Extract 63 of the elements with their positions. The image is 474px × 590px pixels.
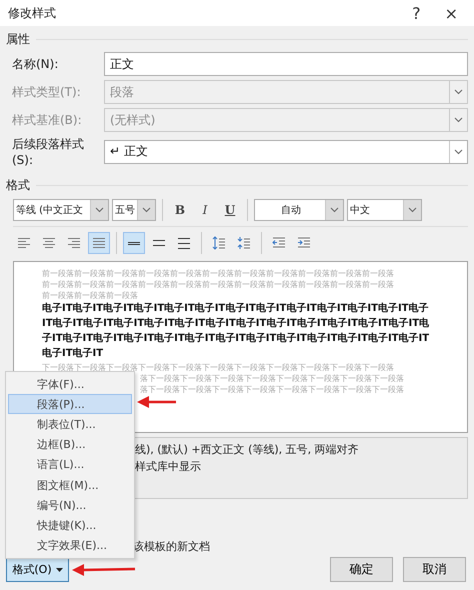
menu-item[interactable]: 制表位(T)... xyxy=(8,414,132,435)
dialog-button[interactable]: 确定 xyxy=(330,557,393,582)
menu-item[interactable]: 编号(N)... xyxy=(8,495,132,516)
menu-item[interactable]: 文字效果(E)... xyxy=(8,536,132,556)
justify-icon xyxy=(93,238,105,248)
close-button[interactable]: × xyxy=(438,4,464,22)
spacing-icon xyxy=(153,240,165,246)
color-dropdown[interactable]: 自动 xyxy=(254,199,344,221)
bold-button[interactable]: B xyxy=(169,199,191,221)
align-right-icon xyxy=(68,238,80,248)
align-center-icon xyxy=(43,238,55,248)
italic-button[interactable]: I xyxy=(194,199,216,221)
chevron-down-icon xyxy=(454,148,463,154)
line-spacing-button[interactable] xyxy=(123,232,145,254)
section-heading: 格式 xyxy=(6,177,30,194)
help-button[interactable]: ? xyxy=(406,4,427,22)
preview-text: 子IT电子IT电子IT电子IT电子IT电子IT电子IT电子IT电子IT电子IT电子IT电子IT电子IT xyxy=(42,332,430,346)
chevron-down-icon xyxy=(330,207,339,213)
spacing-down-icon xyxy=(236,235,252,251)
field-label: 样式基准(B): xyxy=(12,112,83,128)
size-dropdown[interactable]: 五号 xyxy=(112,199,156,221)
alignment-button[interactable] xyxy=(88,232,110,254)
window-title: 修改样式 xyxy=(8,4,57,22)
chevron-down-icon xyxy=(142,207,151,213)
annotation-arrow xyxy=(137,395,177,409)
description-text: 样式库中显示 xyxy=(135,459,201,474)
field-label: 后续段落样式(S): xyxy=(12,136,85,167)
description-text: 线), (默认) +西文正文 (等线), 五号, 两端对齐 xyxy=(135,442,359,457)
field-label: 名称(N): xyxy=(12,56,60,72)
menu-item[interactable]: 边框(B)... xyxy=(8,434,132,455)
preview-text: 电子IT电子IT xyxy=(42,346,104,361)
preview-text: 前一段落前一段落前一段落 xyxy=(42,290,138,301)
menu-item[interactable]: 图文框(M)... xyxy=(8,474,132,496)
dialog-button[interactable]: 取消 xyxy=(403,557,466,582)
field-label: 样式类型(T): xyxy=(12,84,82,100)
menu-item[interactable]: 字体(F)... xyxy=(8,374,132,394)
annotation-arrow xyxy=(72,563,136,577)
preview-text: 下一段落下一段落下一段落下一段落下一段落下一段落下一段落下一段落下一段落下一段落下一段落 xyxy=(42,362,394,373)
dropdown[interactable]: ↵ 正文 xyxy=(104,140,468,164)
section-heading: 属性 xyxy=(6,31,30,48)
menu-item[interactable]: 段落(P)... xyxy=(8,394,132,414)
underline-button[interactable]: U xyxy=(219,199,241,221)
chevron-down-icon xyxy=(454,117,463,123)
align-left-icon xyxy=(18,238,30,248)
language-dropdown[interactable]: 中文 xyxy=(347,199,422,221)
chevron-down-icon xyxy=(454,89,463,95)
single-spacing-icon xyxy=(128,242,140,244)
preview-text: 落下一段落下一段落下一段落下一段落下一段落下一段落下一段落下一段落 xyxy=(140,384,404,395)
preview-text: IT电子IT电子IT电子IT电子IT电子IT电子IT电子IT电子IT电子IT电子IT电子IT电子IT电 xyxy=(42,316,430,331)
caret-icon xyxy=(56,568,63,572)
format-button[interactable]: 格式(O) xyxy=(6,558,69,582)
double-spacing-icon xyxy=(178,238,190,248)
input-field[interactable]: 正文 xyxy=(104,52,468,76)
spacing-up-icon xyxy=(211,235,227,251)
chevron-down-icon xyxy=(95,207,104,213)
font-dropdown[interactable]: 等线 (中文正文 xyxy=(13,199,109,221)
preview-text: 前一段落前一段落前一段落前一段落前一段落前一段落前一段落前一段落前一段落前一段落前一段落 xyxy=(42,268,394,279)
menu-item[interactable]: 语言(L)... xyxy=(8,454,132,475)
preview-text: 前一段落前一段落前一段落前一段落前一段落前一段落前一段落前一段落前一段落前一段落前一段落 xyxy=(42,279,394,290)
preview-text: 电子IT电子IT电子IT电子IT电子IT电子IT电子IT电子IT电子IT电子IT电子IT电子IT电子 xyxy=(42,302,429,316)
preview-text: 落下一段落下一段落下一段落下一段落下一段落下一段落下一段落下一段落 xyxy=(140,373,404,384)
chevron-down-icon xyxy=(408,207,417,213)
menu-item[interactable]: 快捷键(K)... xyxy=(8,515,132,536)
